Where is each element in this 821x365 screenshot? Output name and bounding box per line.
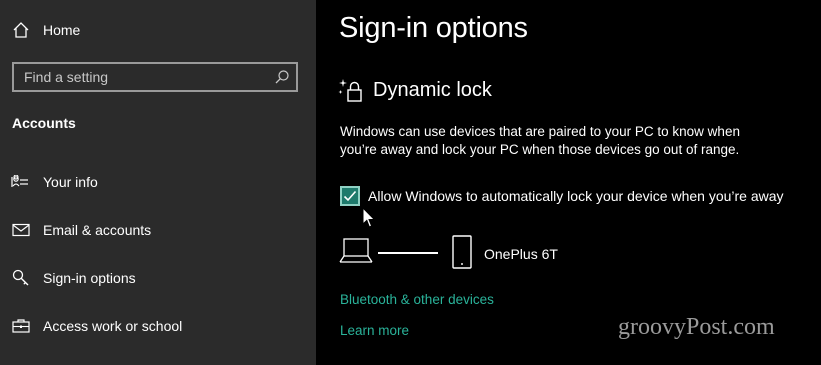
phone-icon (452, 235, 472, 269)
sidebar-item-home[interactable]: Home (0, 10, 316, 50)
dynamic-lock-title: Dynamic lock (373, 79, 492, 101)
sidebar-item-label: Email & accounts (43, 222, 152, 238)
sidebar-item-label: Access work or school (43, 318, 183, 334)
sidebar-item-your-info[interactable]: Your info (0, 162, 316, 202)
sidebar-item-access-work-school[interactable]: Access work or school (0, 306, 316, 346)
dynamic-lock-description: Windows can use devices that are paired … (340, 124, 740, 157)
page-title: Sign-in options (339, 12, 528, 44)
checkmark-icon (343, 190, 357, 202)
learn-more-link[interactable]: Learn more (340, 323, 409, 338)
sidebar: Home Accounts Your info Email & accounts… (0, 0, 316, 365)
paired-device-name: OnePlus 6T (484, 246, 558, 262)
sidebar-item-label: Sign-in options (43, 270, 136, 286)
watermark: groovyPost.com (618, 314, 775, 340)
briefcase-icon (11, 316, 31, 336)
mouse-cursor-icon (362, 206, 376, 229)
key-icon (11, 268, 31, 288)
sidebar-item-label: Home (43, 22, 81, 38)
sidebar-item-label: Your info (43, 174, 98, 190)
main-panel: Sign-in options Dynamic lock Windows can… (316, 0, 821, 365)
home-icon (11, 20, 31, 40)
dynamic-lock-checkbox[interactable] (340, 186, 360, 206)
mail-icon (11, 220, 31, 240)
sidebar-item-email-accounts[interactable]: Email & accounts (0, 210, 316, 250)
search-box[interactable] (12, 62, 298, 92)
search-icon[interactable] (274, 69, 290, 85)
sidebar-item-sign-in-options[interactable]: Sign-in options (0, 258, 316, 298)
laptop-icon (339, 236, 373, 266)
dynamic-lock-checkbox-label[interactable]: Allow Windows to automatically lock your… (368, 188, 784, 204)
section-title: Accounts (12, 115, 76, 131)
dynamic-lock-icon (338, 77, 366, 105)
device-connector-line (378, 252, 438, 254)
search-input[interactable] (24, 68, 264, 86)
bluetooth-devices-link[interactable]: Bluetooth & other devices (340, 292, 494, 307)
person-card-icon (11, 172, 31, 192)
